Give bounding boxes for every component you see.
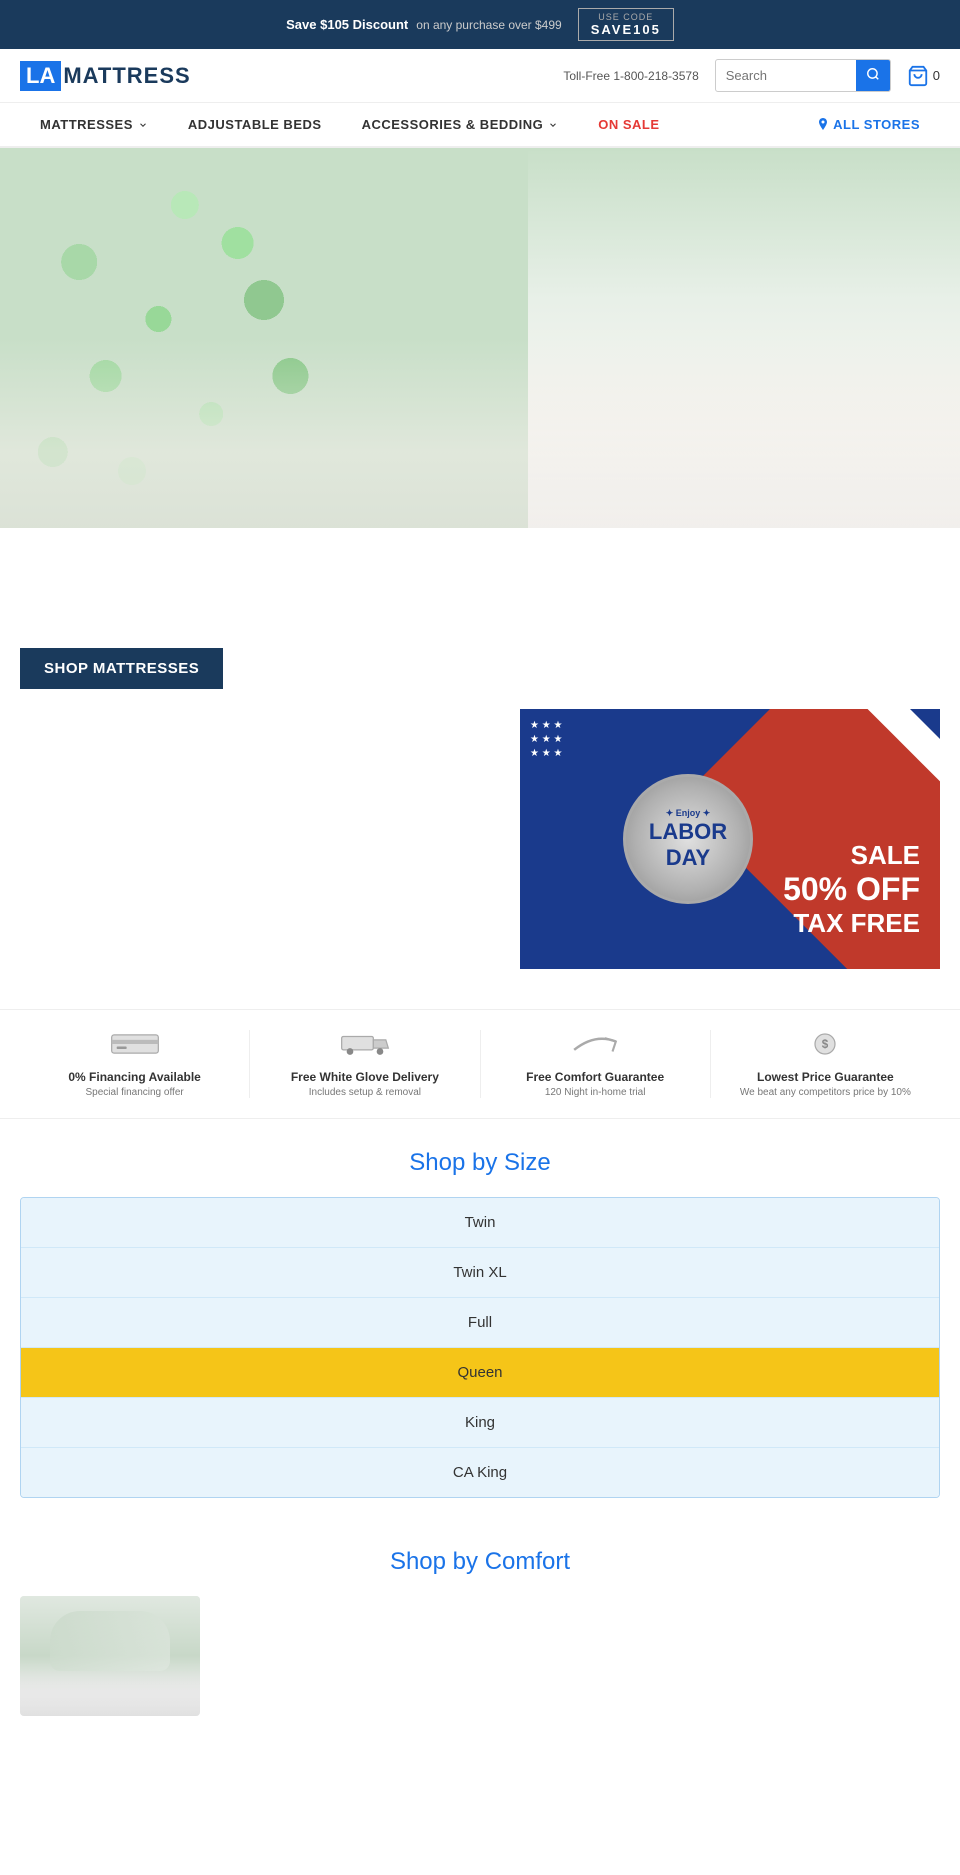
logo-name: MATTRESS [63, 63, 190, 89]
comfort-person-placeholder [20, 1596, 200, 1716]
chevron-down-icon-2 [548, 120, 558, 130]
shop-by-size-title: Shop by Size [20, 1149, 940, 1177]
nav-on-sale[interactable]: ON SALE [578, 103, 679, 146]
comfort-sub: 120 Night in-home trial [545, 1087, 646, 1098]
on-text: on any purchase over $499 [416, 18, 561, 32]
shop-by-comfort-section: Shop by Comfort [0, 1528, 960, 1736]
delivery-title: Free White Glove Delivery [291, 1070, 439, 1084]
spacer [0, 528, 960, 648]
labor-day-container: ★ ★ ★★ ★ ★★ ★ ★ ✦ Enjoy ✦ LABOR DAY SAL [20, 709, 940, 969]
labor-day-day: DAY [666, 845, 710, 871]
comfort-items [20, 1596, 940, 1716]
logo[interactable]: LA MATTRESS [20, 61, 191, 91]
nav-adjustable-beds[interactable]: ADJUSTABLE BEDS [168, 103, 342, 146]
size-ca-king[interactable]: CA King [21, 1448, 939, 1497]
delivery-icon [340, 1030, 390, 1065]
comfort-image-1 [20, 1596, 200, 1716]
chevron-down-icon [138, 120, 148, 130]
feature-price: $ Lowest Price Guarantee We beat any com… [711, 1030, 940, 1098]
features-row: 0% Financing Available Special financing… [0, 1009, 960, 1119]
size-full[interactable]: Full [21, 1298, 939, 1348]
shop-by-size-section: Shop by Size Twin Twin XL Full Queen Kin… [0, 1119, 960, 1528]
labor-day-circle: ✦ Enjoy ✦ LABOR DAY [623, 774, 753, 904]
financing-icon [110, 1030, 160, 1065]
financing-sub: Special financing offer [86, 1087, 184, 1098]
tax-free-label: TAX FREE [783, 908, 920, 939]
use-code-label: USE CODE [598, 12, 653, 22]
price-icon: $ [800, 1030, 850, 1065]
comfort-item-1[interactable] [20, 1596, 200, 1716]
shop-by-comfort-title: Shop by Comfort [20, 1548, 940, 1576]
promo-code: SAVE105 [591, 22, 661, 37]
header: LA MATTRESS Toll-Free 1-800-218-3578 0 [0, 49, 960, 103]
logo-la: LA [20, 61, 61, 91]
labor-day-banner: ★ ★ ★★ ★ ★★ ★ ★ ✦ Enjoy ✦ LABOR DAY SAL [520, 709, 940, 969]
discount-text: Save $105 Discount [286, 17, 408, 32]
cart-icon [907, 65, 929, 87]
size-twin-xl[interactable]: Twin XL [21, 1248, 939, 1298]
delivery-sub: Includes setup & removal [309, 1087, 421, 1098]
nav-all-stores[interactable]: ALL STORES [797, 103, 940, 146]
feature-financing: 0% Financing Available Special financing… [20, 1030, 249, 1098]
location-icon [817, 118, 829, 132]
size-king[interactable]: King [21, 1398, 939, 1448]
size-table: Twin Twin XL Full Queen King CA King [20, 1197, 940, 1498]
toll-free: Toll-Free 1-800-218-3578 [563, 69, 698, 83]
nav-mattresses[interactable]: MATTRESSES [20, 103, 168, 146]
labor-day-labor: LABOR [649, 819, 727, 845]
price-sub: We beat any competitors price by 10% [740, 1087, 911, 1098]
labor-day-enjoy: ✦ Enjoy ✦ [666, 808, 711, 819]
hero-banner [0, 148, 960, 528]
cart[interactable]: 0 [907, 65, 940, 87]
feature-comfort: Free Comfort Guarantee 120 Night in-home… [481, 1030, 710, 1098]
navigation: MATTRESSES ADJUSTABLE BEDS ACCESSORIES &… [0, 103, 960, 148]
search-bar [715, 59, 891, 92]
shop-section: SHOP MATTRESSES ★ ★ ★★ ★ ★★ ★ ★ [0, 648, 960, 1009]
shop-mattresses-button[interactable]: SHOP MATTRESSES [20, 648, 223, 689]
labor-day-text: SALE 50% OFF TAX FREE [783, 840, 920, 939]
labor-day-bg: ★ ★ ★★ ★ ★★ ★ ★ ✦ Enjoy ✦ LABOR DAY SAL [520, 709, 940, 969]
financing-title: 0% Financing Available [68, 1070, 200, 1084]
top-banner: Save $105 Discount on any purchase over … [0, 0, 960, 49]
search-button[interactable] [856, 60, 890, 91]
nav-accessories[interactable]: ACCESSORIES & BEDDING [342, 103, 579, 146]
header-right: Toll-Free 1-800-218-3578 0 [563, 59, 940, 92]
percent-off: 50% OFF [783, 871, 920, 908]
size-queen[interactable]: Queen [21, 1348, 939, 1398]
svg-text:$: $ [822, 1038, 829, 1051]
sale-label: SALE [783, 840, 920, 871]
comfort-title: Free Comfort Guarantee [526, 1070, 664, 1084]
comfort-icon [570, 1030, 620, 1065]
search-input[interactable] [716, 62, 856, 89]
cart-count: 0 [933, 68, 940, 83]
feature-delivery: Free White Glove Delivery Includes setup… [250, 1030, 479, 1098]
price-title: Lowest Price Guarantee [757, 1070, 894, 1084]
size-twin[interactable]: Twin [21, 1198, 939, 1248]
hero-image [0, 148, 960, 528]
search-icon [866, 67, 880, 81]
